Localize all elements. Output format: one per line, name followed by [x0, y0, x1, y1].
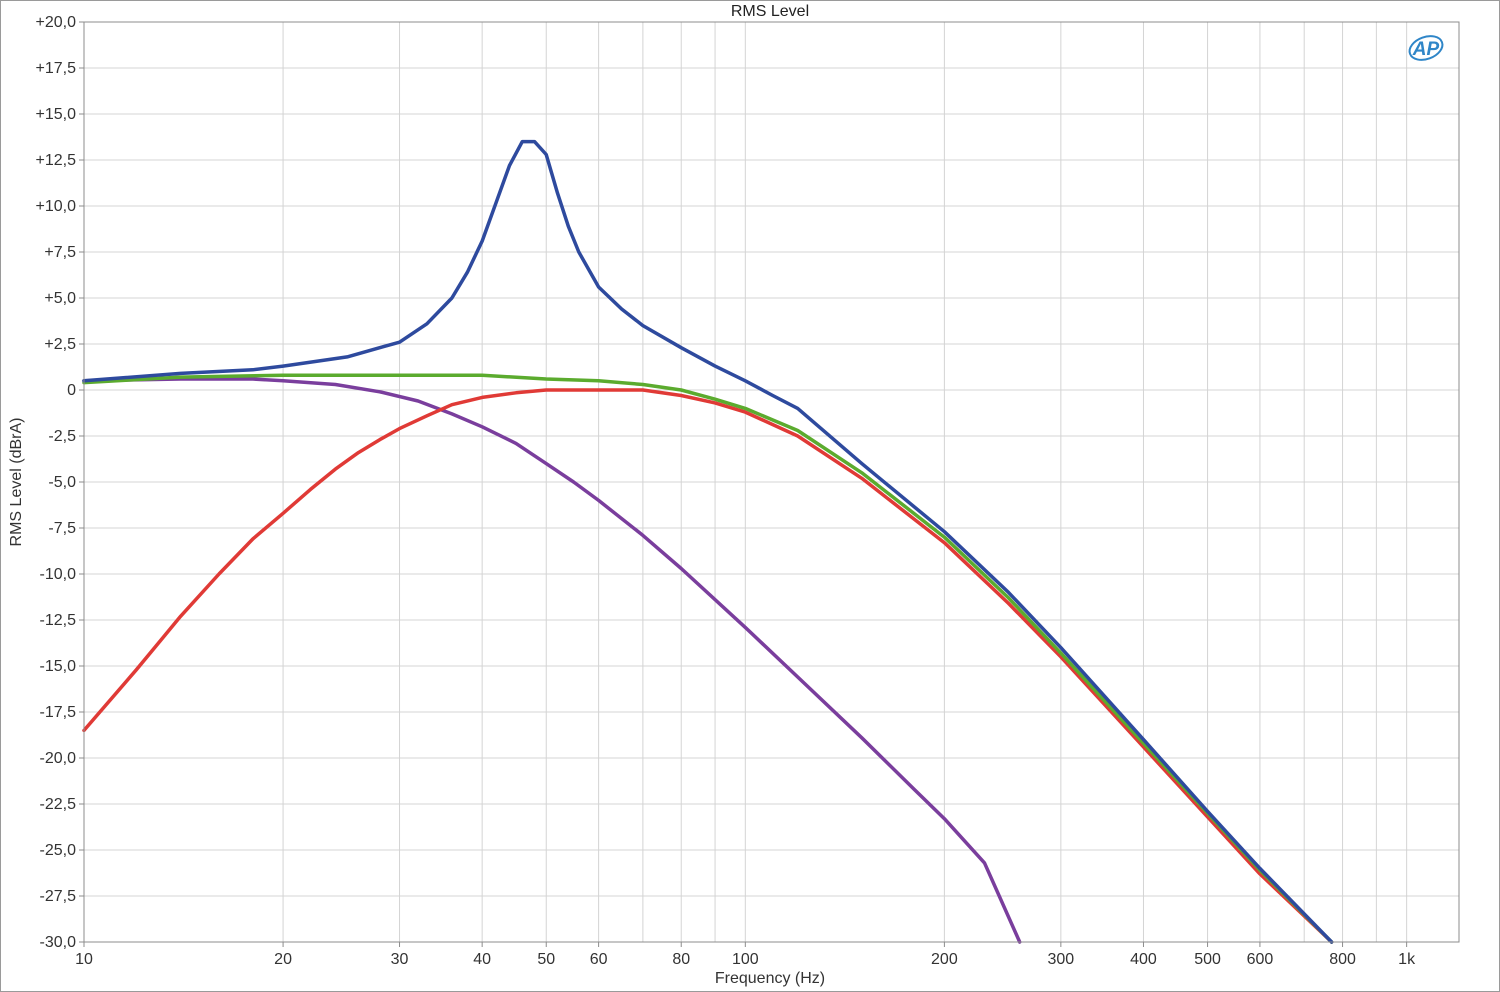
y-tick-label: -20,0 [40, 750, 77, 767]
y-tick-label: +15,0 [36, 106, 77, 123]
y-tick-label: -25,0 [40, 842, 77, 859]
x-tick-label: 80 [672, 951, 690, 968]
x-tick-label: 50 [537, 951, 555, 968]
x-axis-title: Frequency (Hz) [715, 970, 825, 987]
y-tick-label: +20,0 [36, 14, 77, 31]
y-tick-label: -2,5 [48, 428, 76, 445]
y-axis-ticks: +20,0 +17,5 +15,0 +12,5 +10,0 +7,5 +5,0 +2,5 0 -2… [36, 14, 84, 951]
grid-lines [83, 21, 1459, 943]
x-tick-label: 40 [473, 951, 491, 968]
y-tick-label: -7,5 [48, 520, 76, 537]
x-tick-label: 1k [1398, 951, 1416, 968]
x-tick-label: 10 [75, 951, 93, 968]
y-tick-label: -22,5 [40, 796, 77, 813]
y-tick-label: +5,0 [44, 290, 76, 307]
y-tick-label: +12,5 [36, 152, 77, 169]
y-tick-label: -10,0 [40, 566, 77, 583]
x-tick-label: 20 [274, 951, 292, 968]
x-tick-label: 500 [1194, 951, 1221, 968]
y-axis-title: RMS Level (dBrA) [8, 418, 25, 547]
x-tick-label: 200 [931, 951, 958, 968]
y-tick-label: +17,5 [36, 60, 77, 77]
x-tick-label: 600 [1247, 951, 1274, 968]
y-tick-label: -27,5 [40, 888, 77, 905]
ap-logo-text: AP [1412, 39, 1440, 60]
y-tick-label: -30,0 [40, 934, 77, 951]
x-tick-label: 30 [391, 951, 409, 968]
x-tick-label: 100 [732, 951, 759, 968]
x-tick-label: 400 [1130, 951, 1157, 968]
y-tick-label: -17,5 [40, 704, 77, 721]
y-tick-label: -5,0 [48, 474, 76, 491]
x-tick-label: 300 [1047, 951, 1074, 968]
x-tick-label: 800 [1329, 951, 1356, 968]
y-tick-label: 0 [67, 382, 76, 399]
y-tick-label: +7,5 [44, 244, 76, 261]
chart-title: RMS Level [731, 3, 809, 20]
y-tick-label: +10,0 [36, 198, 77, 215]
y-tick-label: -12,5 [40, 612, 77, 629]
y-tick-label: +2,5 [44, 336, 76, 353]
x-tick-label: 60 [590, 951, 608, 968]
x-axis-ticks: 10 20 30 40 50 60 80 100 200 300 400 500 600 800 1k [75, 942, 1416, 968]
rms-level-chart: +20,0 +17,5 +15,0 +12,5 +10,0 +7,5 +5,0 +2,5 0 -2… [8, 3, 1460, 987]
y-tick-label: -15,0 [40, 658, 77, 675]
